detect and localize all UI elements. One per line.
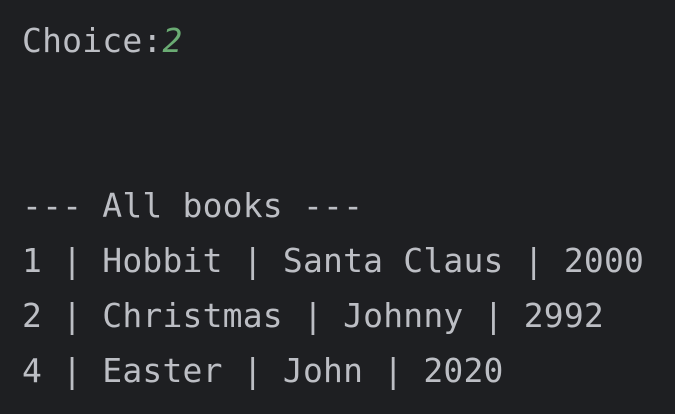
choice-input-value: 2 (162, 21, 183, 60)
console-output[interactable]: Choice:2 --- All books --- 1 | Hobbit | … (0, 0, 675, 414)
book-row: 1 | Hobbit | Santa Claus | 2000 (22, 241, 645, 280)
book-row: 4 | Easter | John | 2020 (22, 351, 504, 390)
choice-prompt-label: Choice: (22, 21, 163, 60)
all-books-header: --- All books --- (22, 186, 364, 225)
book-row: 2 | Christmas | Johnny | 2992 (22, 296, 604, 335)
choice-prompt-line: Choice:2 (22, 13, 183, 68)
